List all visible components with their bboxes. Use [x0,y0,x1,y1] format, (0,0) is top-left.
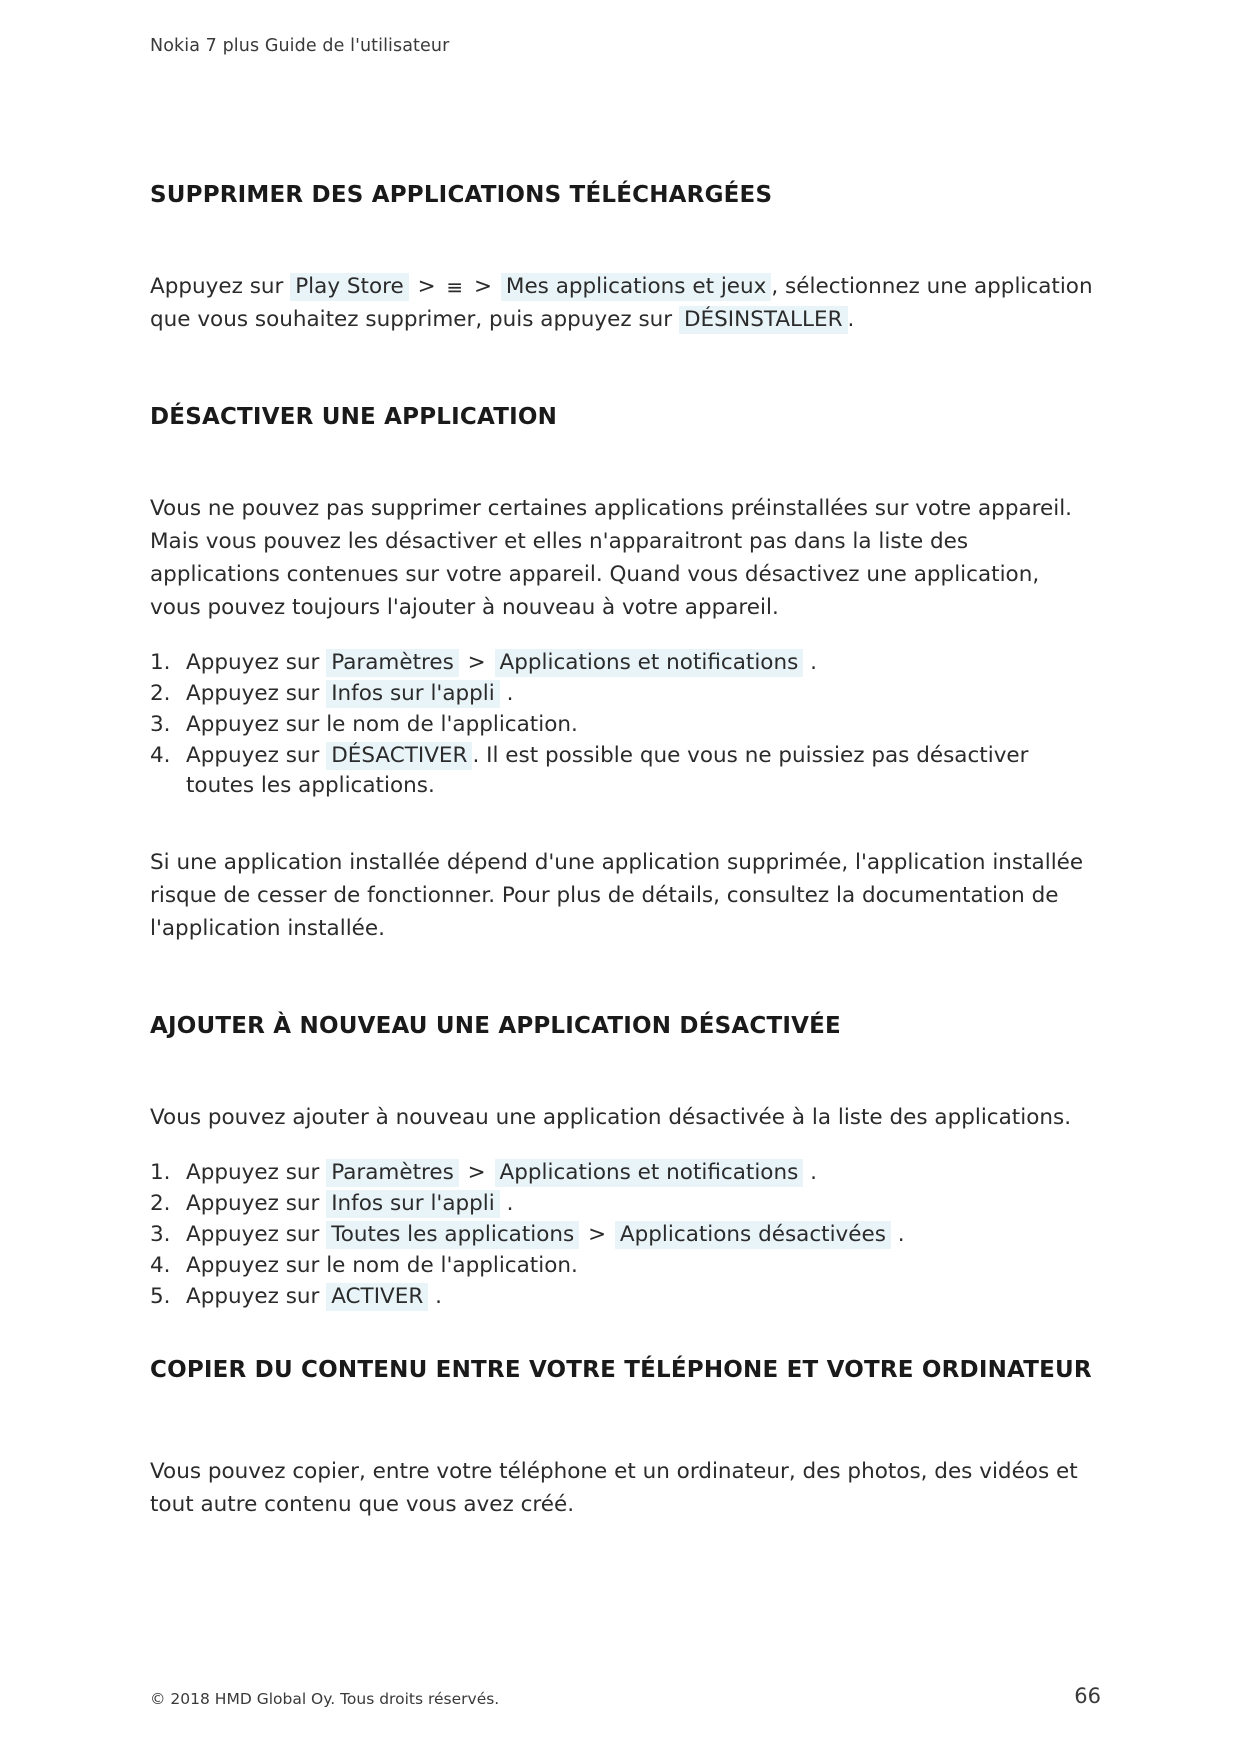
list-item: 4. Appuyez sur le nom de l'application. [150,1251,1095,1281]
breadcrumb-separator: > [467,650,486,675]
list-number: 4. [150,743,171,768]
list-number: 1. [150,650,171,675]
breadcrumb-separator: > [588,1222,607,1247]
ui-chip-my-apps-and-games[interactable]: Mes applications et jeux [500,273,772,301]
list-item: 3. Appuyez sur le nom de l'application. [150,710,1095,740]
paragraph-readd-intro: Vous pouvez ajouter à nouveau une applic… [150,1105,1072,1130]
text-fragment: . [506,681,514,706]
list-item: 4. Appuyez sur DÉSACTIVER. Il est possibl… [150,741,1095,801]
ui-chip-app-info[interactable]: Infos sur l'appli [326,680,500,708]
text-fragment: Appuyez sur [186,1222,320,1247]
ui-chip-settings[interactable]: Paramètres [326,1159,459,1187]
paragraph-disable-intro: Vous ne pouvez pas supprimer certaines a… [150,496,1073,620]
breadcrumb-separator: > [474,274,493,299]
text-fragment: Appuyez sur [186,681,320,706]
text-fragment: . [810,650,817,675]
ui-chip-enable[interactable]: ACTIVER [326,1283,429,1311]
ui-chip-play-store[interactable]: Play Store [290,273,409,301]
section-heading-readd-app: AJOUTER À NOUVEAU UNE APPLICATION DÉSACT… [150,1013,841,1039]
text-fragment: Appuyez sur le nom de l'application. [186,1253,578,1278]
list-number: 1. [150,1160,171,1185]
text-fragment: Appuyez sur le nom de l'application. [186,712,578,737]
list-item: 5. Appuyez sur ACTIVER . [150,1282,1095,1312]
list-number: 2. [150,1191,171,1216]
text-fragment: . [897,1222,905,1247]
text-fragment: Appuyez sur [186,650,320,675]
paragraph-remove-downloaded: Appuyez sur Play Store > ≡ > Mes applica… [150,270,1095,336]
list-number: 5. [150,1284,171,1309]
text-fragment: . [847,307,855,332]
page-content: SUPPRIMER DES APPLICATIONS TÉLÉCHARGÉES … [150,182,1095,1521]
ui-chip-app-info[interactable]: Infos sur l'appli [326,1190,500,1218]
footer-copyright: © 2018 HMD Global Oy. Tous droits réserv… [150,1690,500,1708]
steps-list-readd-app: 1. Appuyez sur Paramètres > Applications … [150,1158,1095,1312]
ui-chip-apps-and-notifications[interactable]: Applications et notifications [494,649,804,677]
list-item: 2. Appuyez sur Infos sur l'appli . [150,1189,1095,1219]
list-number: 3. [150,712,171,737]
list-item: 3. Appuyez sur Toutes les applications > … [150,1220,1095,1250]
text-fragment: . [810,1160,817,1185]
running-header: Nokia 7 plus Guide de l'utilisateur [150,36,450,56]
list-number: 3. [150,1222,171,1247]
list-item: 2. Appuyez sur Infos sur l'appli . [150,679,1095,709]
paragraph-disable-outro: Si une application installée dépend d'un… [150,850,1084,941]
section-heading-remove-downloaded: SUPPRIMER DES APPLICATIONS TÉLÉCHARGÉES [150,182,773,208]
ui-chip-settings[interactable]: Paramètres [326,649,459,677]
breadcrumb-separator: > [467,1160,486,1185]
ui-chip-disable[interactable]: DÉSACTIVER [326,742,473,770]
footer-page-number: 66 [1074,1684,1101,1708]
list-item: 1. Appuyez sur Paramètres > Applications … [150,1158,1095,1188]
text-fragment: Appuyez sur [186,1160,320,1185]
section-heading-copy-content: COPIER DU CONTENU ENTRE VOTRE TÉLÉPHONE … [150,1357,1092,1383]
text-fragment: . [435,1284,442,1309]
text-fragment: Appuyez sur [186,1191,320,1216]
paragraph-copy-content: Vous pouvez copier, entre votre téléphon… [150,1459,1078,1517]
hamburger-menu-icon[interactable]: ≡ [444,277,465,297]
text-fragment: Appuyez sur [150,274,284,299]
text-fragment: Appuyez sur [186,743,320,768]
ui-chip-apps-and-notifications[interactable]: Applications et notifications [494,1159,804,1187]
list-number: 2. [150,681,171,706]
breadcrumb-separator: > [417,274,436,299]
text-fragment: Appuyez sur [186,1284,320,1309]
ui-chip-all-apps[interactable]: Toutes les applications [326,1221,580,1249]
list-number: 4. [150,1253,171,1278]
ui-chip-uninstall[interactable]: DÉSINSTALLER [679,306,848,334]
section-heading-disable-app: DÉSACTIVER UNE APPLICATION [150,404,558,430]
text-fragment: . [506,1191,514,1216]
list-item: 1. Appuyez sur Paramètres > Applications … [150,648,1095,678]
ui-chip-disabled-apps[interactable]: Applications désactivées [614,1221,891,1249]
document-page: Nokia 7 plus Guide de l'utilisateur SUPP… [0,0,1241,1754]
steps-list-disable-app: 1. Appuyez sur Paramètres > Applications … [150,648,1095,801]
